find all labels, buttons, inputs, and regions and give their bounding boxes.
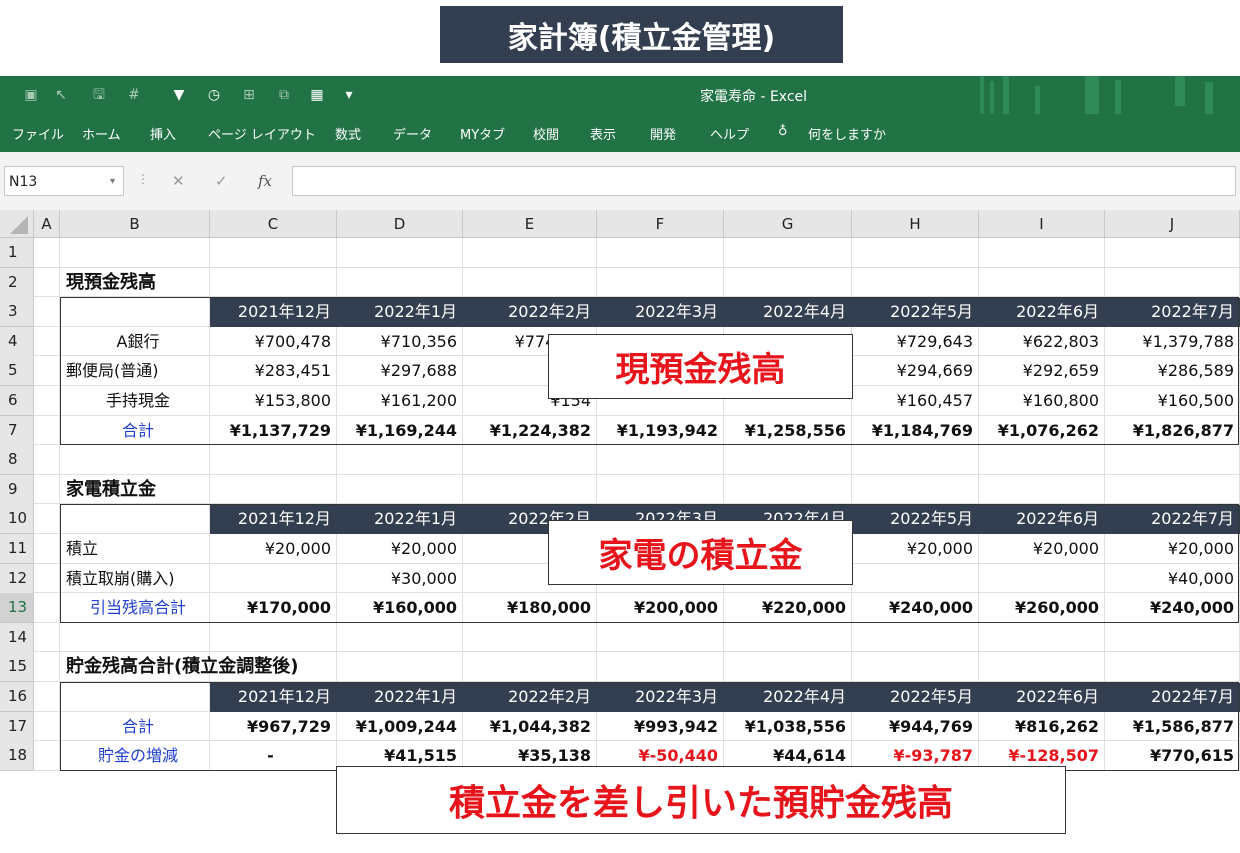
more-icon: ⋮ xyxy=(137,172,149,186)
tab-formulas[interactable]: 数式 xyxy=(335,124,361,143)
banner-title: 家計簿(積立金管理) xyxy=(440,6,843,63)
section-title-appliance-reserve[interactable]: 家電積立金 xyxy=(60,476,463,505)
row-header-9[interactable]: 9 xyxy=(0,474,34,505)
cancel-icon[interactable]: ✕ xyxy=(172,172,185,190)
tell-me-search[interactable]: 何をしますか xyxy=(808,124,886,143)
row-header-16[interactable]: 16 xyxy=(0,682,34,712)
customize-dropdown-icon[interactable]: ▾ xyxy=(340,86,358,104)
format-icon[interactable]: ⊞ xyxy=(240,86,258,104)
callout-deposit-balance: 現預金残高 xyxy=(548,334,853,399)
row-header-12[interactable]: 12 xyxy=(0,563,34,594)
column-header-j[interactable]: J xyxy=(1105,210,1240,238)
column-header-e[interactable]: E xyxy=(463,210,597,238)
row-header-3[interactable]: 3 xyxy=(0,297,34,328)
pointer-icon[interactable]: ↖ xyxy=(52,86,70,104)
name-box-value: N13 xyxy=(9,174,38,190)
row-header-18[interactable]: 18 xyxy=(0,741,34,772)
row-header-6[interactable]: 6 xyxy=(0,386,34,416)
formula-bar: N13 ▾ ⋮ ✕ ✓ fx xyxy=(0,152,1240,210)
worksheet: A B C D E F G H I J 1 2 3 4 5 6 7 8 9 10 11 12 13 14 15 16 17 18 現預金… xyxy=(0,210,1240,772)
name-box[interactable]: N13 ▾ xyxy=(4,166,124,196)
filter-icon[interactable]: ▼ xyxy=(170,86,188,104)
row-header-10[interactable]: 10 xyxy=(0,504,34,535)
tab-file[interactable]: ファイル xyxy=(12,124,64,143)
column-header-b[interactable]: B xyxy=(60,210,210,238)
corner-triangle-icon xyxy=(10,216,28,234)
column-header-a[interactable]: A xyxy=(34,210,60,238)
tab-data[interactable]: データ xyxy=(393,124,432,143)
row-header-7[interactable]: 7 xyxy=(0,415,34,446)
tab-review[interactable]: 校閲 xyxy=(533,124,559,143)
tab-home[interactable]: ホーム xyxy=(82,124,121,143)
comment-icon[interactable]: ◷ xyxy=(205,86,223,104)
tab-developer[interactable]: 開発 xyxy=(650,124,676,143)
formula-input[interactable] xyxy=(292,166,1236,196)
column-header-f[interactable]: F xyxy=(597,210,724,238)
window-title: 家電寿命 - Excel xyxy=(700,89,808,105)
row-header-11[interactable]: 11 xyxy=(0,534,34,564)
copy-icon[interactable]: ⧉ xyxy=(275,86,293,104)
row-header-17[interactable]: 17 xyxy=(0,711,34,742)
ribbon-tabs: ファイル ホーム 挿入 ページ レイアウト 数式 データ MYタブ 校閲 表示 … xyxy=(0,114,1240,152)
column-header-d[interactable]: D xyxy=(337,210,463,238)
section-title-deposits[interactable]: 現預金残高 xyxy=(60,269,463,298)
lightbulb-icon[interactable]: ♁ xyxy=(778,124,788,139)
row-header-2[interactable]: 2 xyxy=(0,267,34,298)
callout-appliance-reserve: 家電の積立金 xyxy=(548,520,853,585)
tab-help[interactable]: ヘルプ xyxy=(710,124,749,143)
row-header-15[interactable]: 15 xyxy=(0,652,34,683)
save-icon[interactable]: 🖫 xyxy=(90,86,108,104)
hash-icon[interactable]: # xyxy=(125,86,143,104)
row-header-13[interactable]: 13 xyxy=(0,593,34,624)
table-border xyxy=(60,682,1239,771)
section-title-adjusted-savings[interactable]: 貯金残高合計(積立金調整後) xyxy=(60,653,597,682)
row-header-5[interactable]: 5 xyxy=(0,356,34,387)
grid-line xyxy=(34,266,1240,268)
column-header-g[interactable]: G xyxy=(724,210,852,238)
grid-line xyxy=(34,651,1240,653)
tab-mytab[interactable]: MYタブ xyxy=(460,124,505,143)
column-header-h[interactable]: H xyxy=(852,210,979,238)
grid-icon[interactable]: ▦ xyxy=(308,86,326,104)
tab-insert[interactable]: 挿入 xyxy=(150,124,176,143)
tab-page-layout[interactable]: ページ レイアウト xyxy=(208,124,316,143)
select-all-corner[interactable] xyxy=(0,210,34,238)
enter-icon[interactable]: ✓ xyxy=(215,172,228,190)
callout-adjusted-savings: 積立金を差し引いた預貯金残高 xyxy=(336,766,1066,834)
insert-function-icon[interactable]: fx xyxy=(258,172,272,190)
column-header-i[interactable]: I xyxy=(979,210,1105,238)
quick-access-toolbar: ▣ ↖ 🖫 # ▼ ◷ ⊞ ⧉ ▦ ▾ 家電寿命 - Excel xyxy=(0,76,1240,114)
autosave-icon[interactable]: ▣ xyxy=(22,86,40,104)
chevron-down-icon[interactable]: ▾ xyxy=(110,167,115,197)
row-header-14[interactable]: 14 xyxy=(0,622,34,653)
excel-titlebar-ribbon: ▣ ↖ 🖫 # ▼ ◷ ⊞ ⧉ ▦ ▾ 家電寿命 - Excel ファイル ホー… xyxy=(0,76,1240,152)
row-header-4[interactable]: 4 xyxy=(0,326,34,357)
tab-view[interactable]: 表示 xyxy=(590,124,616,143)
column-header-c[interactable]: C xyxy=(210,210,337,238)
ribbon-decoration-icon xyxy=(980,76,1213,114)
row-header-1[interactable]: 1 xyxy=(0,238,34,268)
grid-line xyxy=(34,473,1240,475)
row-header-8[interactable]: 8 xyxy=(0,445,34,476)
